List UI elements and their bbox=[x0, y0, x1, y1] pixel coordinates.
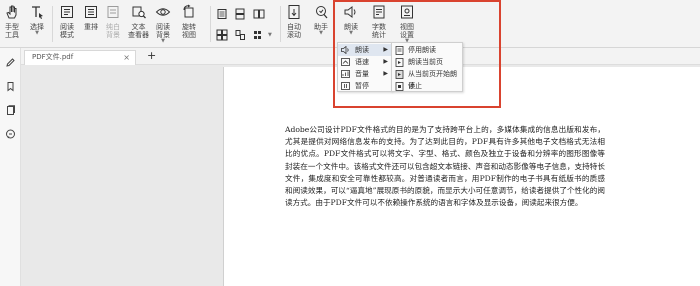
continuous-view-icon[interactable] bbox=[233, 7, 247, 21]
auto-scroll-button[interactable]: 自动 滚动 bbox=[285, 3, 303, 39]
read-background-dropdown-icon: ▼ bbox=[161, 38, 165, 44]
close-tab-icon[interactable]: × bbox=[123, 51, 130, 64]
auto-scroll-label: 自动 滚动 bbox=[287, 23, 301, 39]
edit-icon[interactable] bbox=[4, 56, 17, 69]
toolbar-divider bbox=[52, 6, 53, 42]
read-mode-button[interactable]: 阅读 模式 bbox=[58, 3, 76, 39]
assistant-icon bbox=[312, 3, 330, 21]
eye-icon bbox=[154, 3, 172, 21]
select-dropdown-icon: ▼ bbox=[35, 30, 39, 36]
layout-dropdown-icon[interactable]: ▼ bbox=[268, 33, 272, 38]
add-tab-icon[interactable]: + bbox=[147, 48, 156, 64]
text-viewer-icon bbox=[130, 3, 148, 21]
page-background-label: 纯白 背景 bbox=[106, 23, 120, 39]
document-paragraph: Adobe公司设计PDF文件格式的目的是为了支持跨平台上的，多媒体集成的信息出版… bbox=[285, 125, 605, 208]
read-background-button[interactable]: 阅读 背景 ▼ bbox=[154, 3, 172, 44]
text-viewer-label: 文本 查看器 bbox=[128, 23, 149, 39]
reflow-icon bbox=[82, 3, 100, 21]
two-page-continuous-icon[interactable] bbox=[215, 28, 229, 42]
document-tab[interactable]: PDF文件.pdf × bbox=[24, 50, 136, 65]
pages-icon[interactable] bbox=[4, 104, 17, 117]
read-mode-label: 阅读 模式 bbox=[60, 23, 74, 39]
read-mode-icon bbox=[58, 3, 76, 21]
comment-icon[interactable] bbox=[4, 128, 17, 141]
hand-icon bbox=[3, 3, 21, 21]
thumbnail-view-icon[interactable] bbox=[252, 28, 266, 42]
document-tab-label: PDF文件.pdf bbox=[32, 53, 74, 61]
page-background-button[interactable]: 纯白 背景 bbox=[104, 3, 122, 39]
single-page-view-icon[interactable] bbox=[215, 7, 229, 21]
toolbar-divider bbox=[280, 6, 281, 42]
highlight-box bbox=[333, 0, 501, 108]
toolbar-divider bbox=[210, 6, 211, 42]
left-sidebar bbox=[0, 48, 21, 286]
cover-page-icon[interactable] bbox=[233, 28, 247, 42]
assistant-button[interactable]: 助手 ▼ bbox=[312, 3, 330, 36]
rotate-view-button[interactable]: 旋转 视图 bbox=[180, 3, 198, 39]
hand-tool-button[interactable]: 手型 工具 bbox=[3, 3, 21, 39]
bookmark-icon[interactable] bbox=[4, 80, 17, 93]
rotate-view-label: 旋转 视图 bbox=[182, 23, 196, 39]
page-background-icon bbox=[104, 3, 122, 21]
two-page-view-icon[interactable] bbox=[252, 7, 266, 21]
auto-scroll-icon bbox=[285, 3, 303, 21]
reflow-label: 重排 bbox=[84, 23, 98, 31]
select-button[interactable]: 选择 ▼ bbox=[28, 3, 46, 36]
text-select-icon bbox=[28, 3, 46, 21]
read-background-label: 阅读 背景 bbox=[156, 23, 170, 39]
reflow-button[interactable]: 重排 bbox=[82, 3, 100, 31]
rotate-icon bbox=[180, 3, 198, 21]
assistant-dropdown-icon: ▼ bbox=[319, 30, 323, 36]
text-viewer-button[interactable]: 文本 查看器 bbox=[128, 3, 149, 39]
hand-tool-label: 手型 工具 bbox=[5, 23, 19, 39]
